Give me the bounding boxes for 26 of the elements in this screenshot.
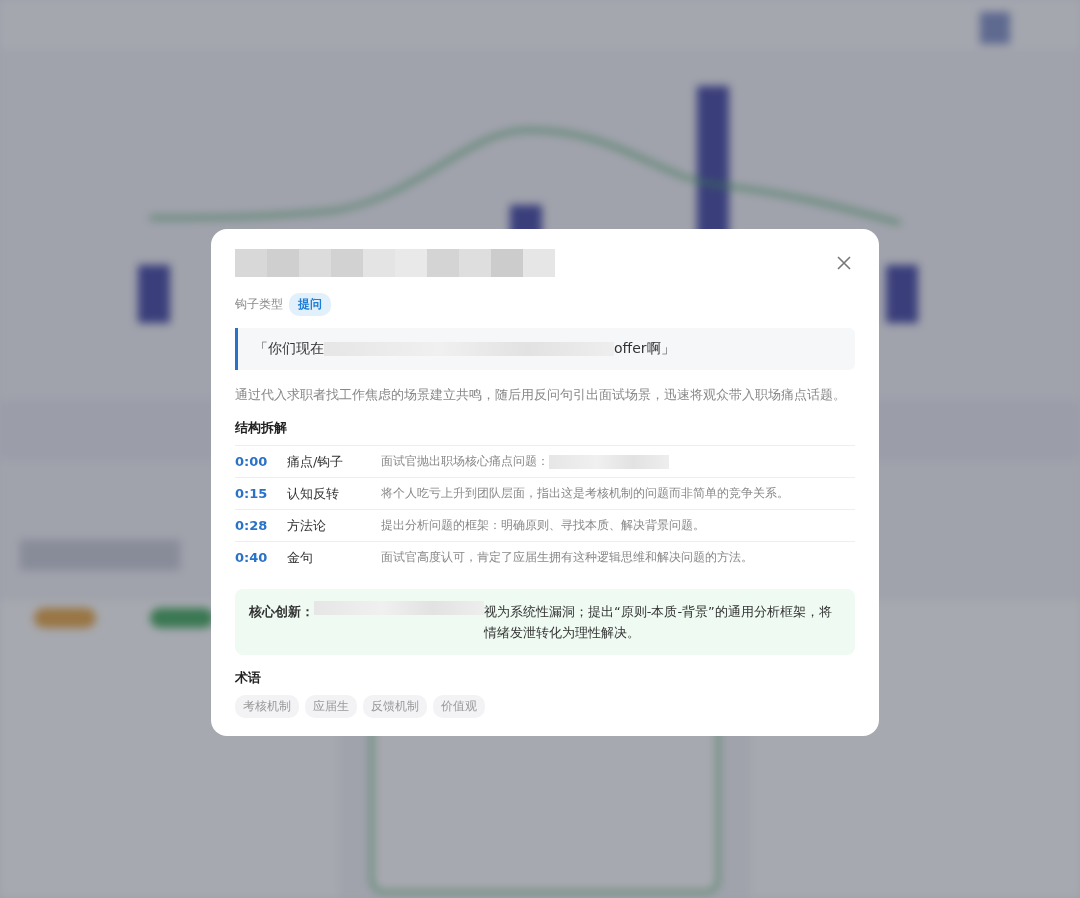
term-tag: 价值观 — [433, 695, 485, 718]
section-heading: 术语 — [235, 669, 262, 687]
hook-type-tag: 提问 — [289, 293, 331, 316]
summary-text: 通过代入求职者找工作焦虑的场景建立共鸣，随后用反问句引出面试场景，迅速将观众带入职场痛点话题。 — [235, 386, 847, 404]
phase-label: 痛点/钩子 — [287, 452, 345, 471]
timestamp: 0:00 — [235, 454, 269, 469]
term-tag: 应届生 — [305, 695, 357, 718]
phase-description: 面试官抛出职场核心痛点问题： — [381, 453, 549, 470]
timestamp: 0:28 — [235, 518, 269, 533]
term-tag: 反馈机制 — [363, 695, 427, 718]
close-icon — [837, 256, 851, 270]
phase-label: 方法论 — [287, 516, 327, 535]
hook-type-label: 钩子类型 — [235, 296, 283, 313]
innovation-text: 视为系统性漏洞；提出“原则-本质-背景”的通用分析框架，将情绪发泄转化为理性解决。 — [484, 603, 833, 642]
quote-text: 「你们现在 — [254, 340, 324, 358]
quote-text: offer啊」 — [614, 340, 675, 358]
phase-description: 提出分析问题的框架：明确原则、寻找本质、解决背景问题。 — [381, 517, 705, 534]
phase-label: 认知反转 — [287, 484, 340, 503]
timestamp: 0:15 — [235, 486, 269, 501]
section-heading: 结构拆解 — [235, 419, 288, 437]
phase-description: 将个人吃亏上升到团队层面，指出这是考核机制的问题而非简单的竞争关系。 — [381, 485, 789, 502]
phase-description: 面试官高度认可，肯定了应届生拥有这种逻辑思维和解决问题的方法。 — [381, 549, 753, 566]
timestamp: 0:40 — [235, 550, 269, 565]
phase-label: 金句 — [287, 548, 314, 567]
innovation-label: 核心创新： — [249, 603, 314, 621]
term-tag: 考核机制 — [235, 695, 299, 718]
